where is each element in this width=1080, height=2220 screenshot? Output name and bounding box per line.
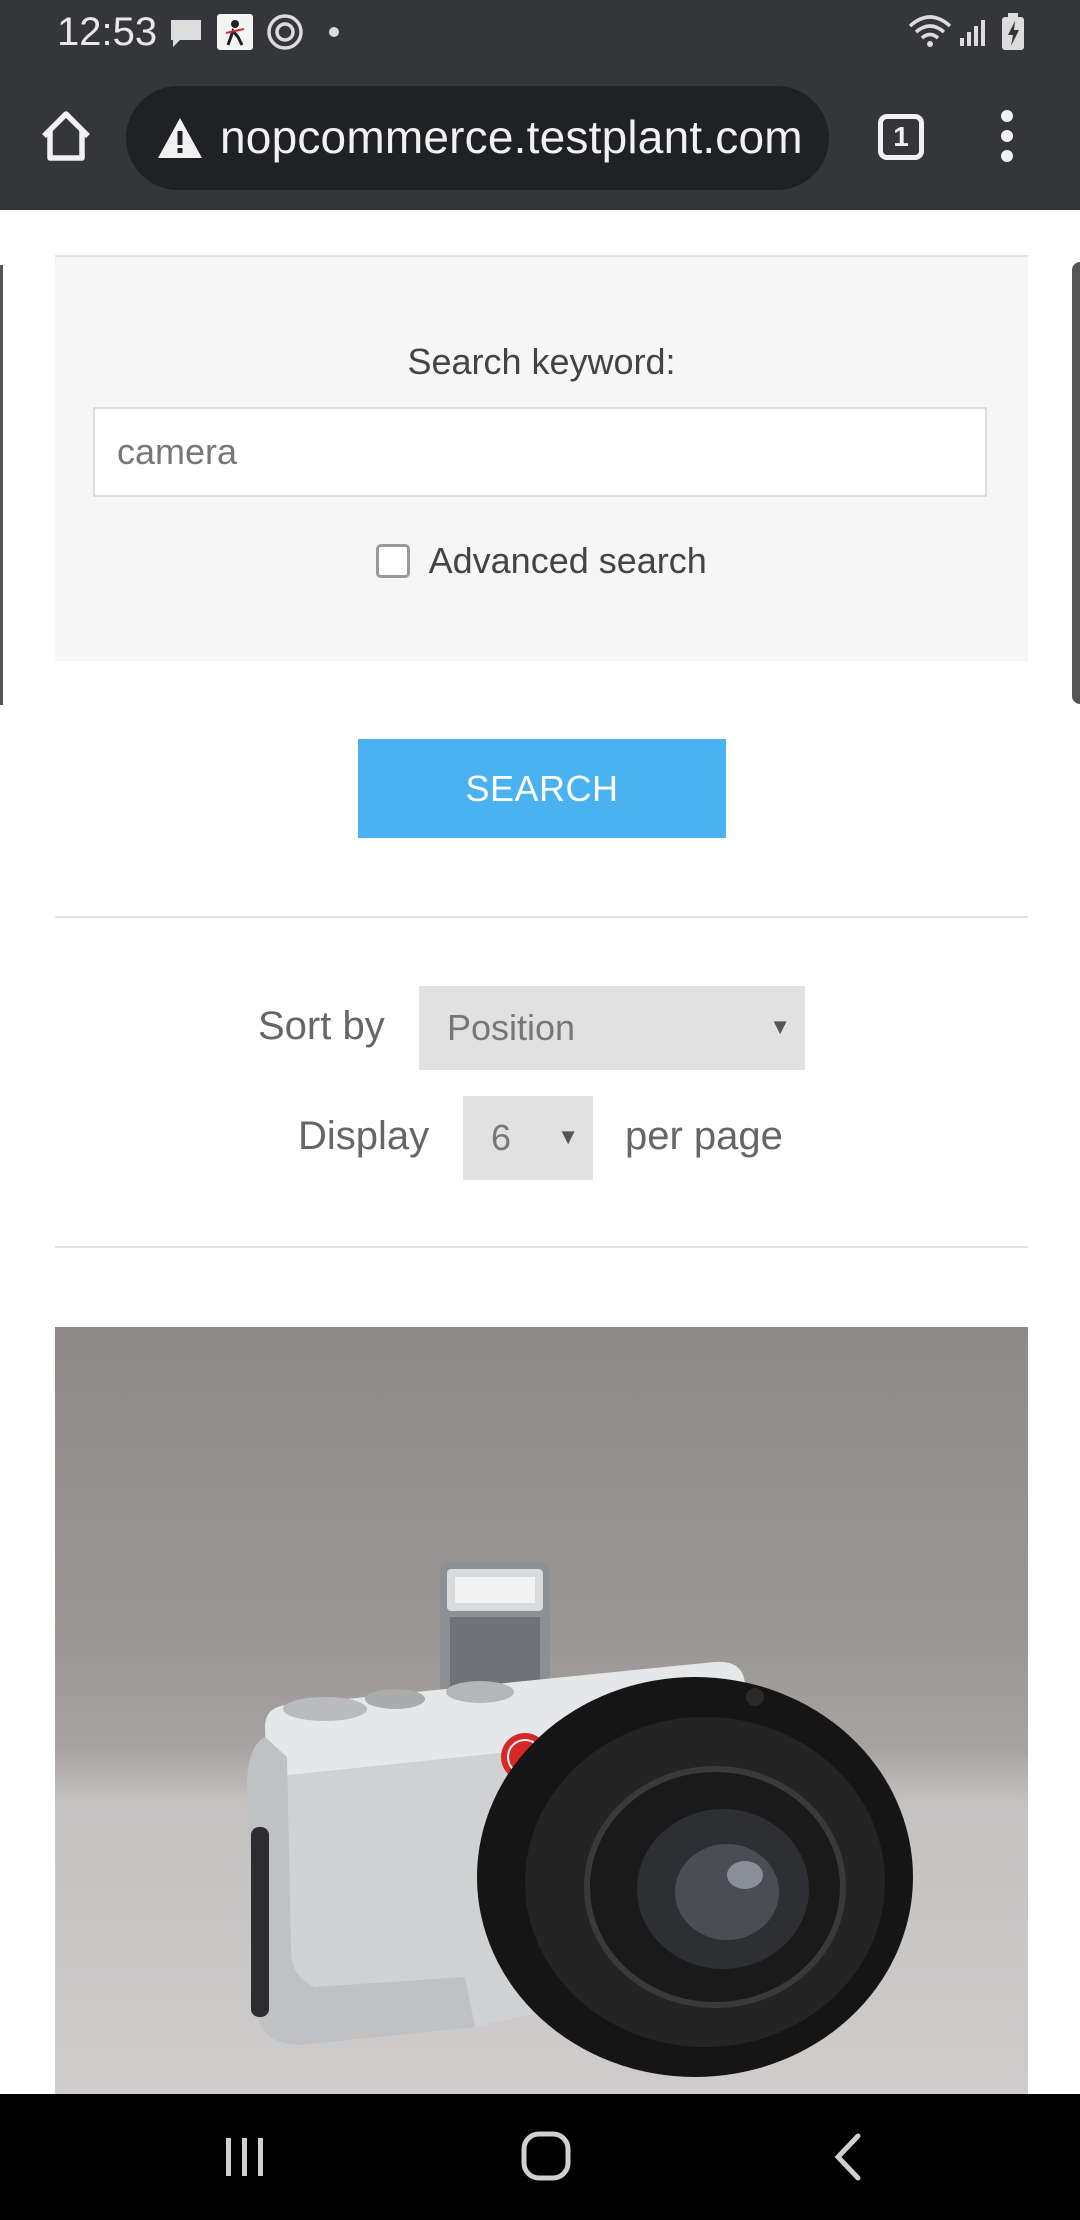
- address-bar[interactable]: nopcommerce.testplant.com: [126, 86, 829, 190]
- chevron-down-icon: ▼: [769, 1014, 791, 1039]
- display-label: Display: [298, 1114, 430, 1158]
- system-nav-bar: [0, 2094, 1080, 2220]
- status-bar: 12:53: [0, 0, 1080, 66]
- product-image[interactable]: [55, 1327, 1028, 2094]
- battery-charging-icon: [1002, 13, 1024, 50]
- tab-count: 1: [893, 121, 909, 152]
- wifi-icon: [908, 15, 952, 47]
- chat-bubble-icon: [171, 20, 201, 47]
- status-time: 12:53: [57, 10, 158, 54]
- signal-icon: [960, 20, 985, 46]
- chevron-down-icon: ▼: [557, 1124, 579, 1149]
- tabs-icon[interactable]: 1: [878, 114, 924, 160]
- search-panel: Search keyword: Advanced search: [55, 255, 1028, 661]
- advanced-search-label[interactable]: Advanced search: [429, 540, 707, 582]
- scrollbar[interactable]: [1072, 262, 1080, 704]
- search-keyword-label: Search keyword:: [407, 341, 676, 382]
- search-keyword-input[interactable]: [93, 407, 987, 497]
- display-row: Display 6 ▼ per page: [0, 1096, 1080, 1180]
- sort-by-value: Position: [447, 1007, 576, 1048]
- more-vert-icon[interactable]: [996, 110, 1018, 170]
- sort-by-label: Sort by: [258, 1004, 385, 1048]
- home-icon[interactable]: [36, 106, 96, 166]
- browser-toolbar: nopcommerce.testplant.com 1: [0, 66, 1080, 210]
- back-icon[interactable]: [830, 2132, 866, 2182]
- advanced-search-row[interactable]: Advanced search: [55, 540, 1028, 582]
- search-button[interactable]: SEARCH: [358, 739, 726, 838]
- divider-bottom: [55, 1246, 1028, 1248]
- sort-by-select[interactable]: Position ▼: [419, 986, 805, 1070]
- url-text: nopcommerce.testplant.com: [220, 111, 803, 163]
- page-content: Search keyword: Advanced search SEARCH S…: [0, 210, 1080, 2094]
- sort-row: Sort by Position ▼: [0, 986, 1080, 1070]
- page-size-select[interactable]: 6 ▼: [463, 1096, 593, 1180]
- game-app-icon: [217, 14, 253, 50]
- scroll-edge-left: [0, 265, 3, 705]
- at-sign-icon: [267, 14, 303, 50]
- page-size-value: 6: [491, 1117, 512, 1158]
- warning-icon[interactable]: [156, 116, 204, 160]
- dot-icon: [329, 27, 339, 37]
- divider-top: [55, 916, 1028, 918]
- recent-apps-icon[interactable]: [222, 2134, 268, 2180]
- home-circle-icon[interactable]: [520, 2130, 572, 2182]
- advanced-search-checkbox[interactable]: [376, 544, 411, 578]
- camera-illustration: [246, 1562, 913, 2077]
- per-page-label: per page: [625, 1114, 783, 1158]
